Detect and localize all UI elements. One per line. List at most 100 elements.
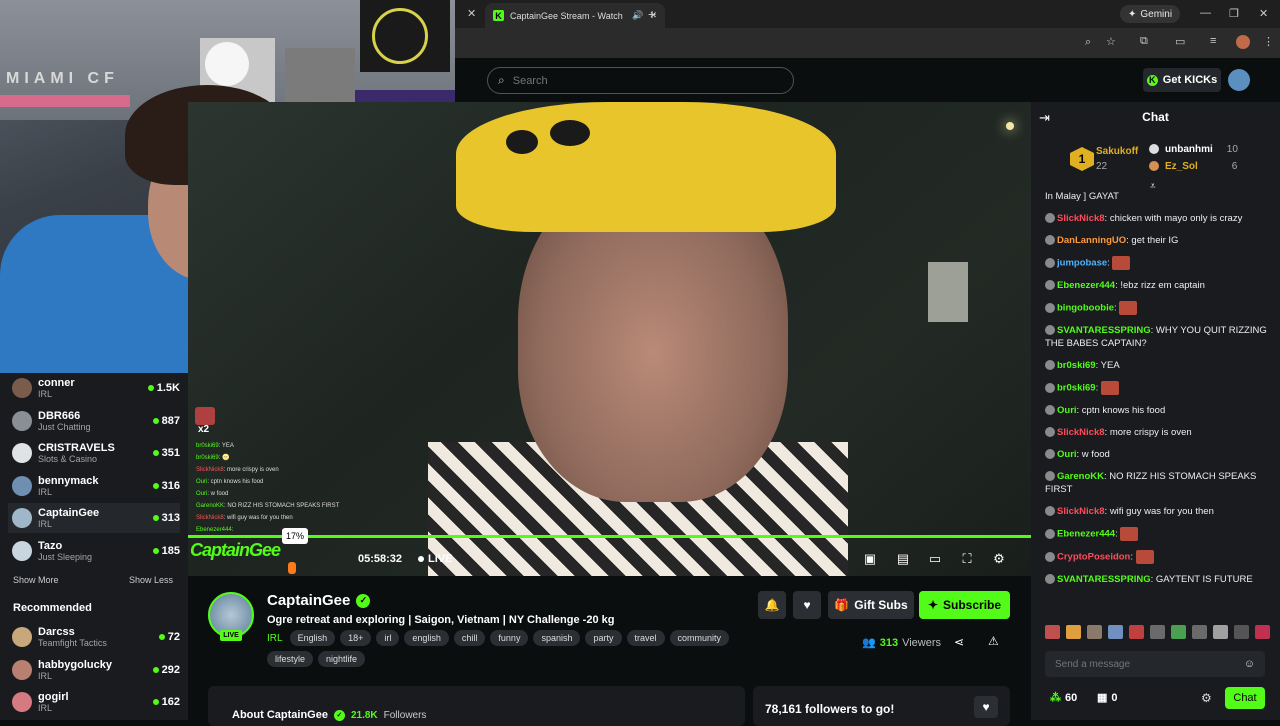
emote-icon[interactable] — [1045, 625, 1060, 639]
search-box[interactable]: ⌕ — [487, 67, 794, 94]
emote-icon[interactable] — [1150, 625, 1165, 639]
live-progress-bar[interactable] — [188, 535, 1031, 538]
new-tab-button[interactable]: + — [648, 6, 656, 22]
stream-tag[interactable]: 18+ — [340, 630, 372, 646]
miniplayer-icon[interactable]: ▣ — [862, 551, 878, 567]
emote-icon[interactable] — [1066, 625, 1081, 639]
category-link[interactable]: IRL — [267, 633, 283, 644]
bookmark-star-icon[interactable]: ☆ — [1106, 35, 1116, 48]
stream-tag[interactable]: chill — [453, 630, 486, 646]
followers-goal: 78,161 followers to go! — [765, 702, 895, 716]
chat-username[interactable]: SVANTARESSPRING — [1057, 325, 1151, 336]
stream-tag[interactable]: irl — [376, 630, 400, 646]
chat-username[interactable]: jumpobase — [1057, 258, 1107, 269]
gifter-name: Ez_Sol — [1165, 161, 1198, 172]
emoji-picker-icon[interactable]: ☺ — [1244, 658, 1255, 670]
sidebar-channel[interactable]: habbygolucky IRL 292 — [12, 655, 180, 685]
settings-gear-icon[interactable]: ⚙ — [991, 551, 1007, 567]
chat-username[interactable]: Ouri — [1057, 449, 1077, 460]
subscribe-button[interactable]: ✦ Subscribe — [919, 591, 1010, 619]
notification-bell-button[interactable]: 🔔 — [758, 591, 786, 619]
chat-username[interactable]: Ebenezer444 — [1057, 280, 1115, 291]
reading-list-icon[interactable]: ≡ — [1210, 35, 1216, 47]
minimize-button[interactable]: — — [1200, 7, 1211, 19]
chat-username[interactable]: SlickNick8 — [1057, 213, 1105, 224]
streamer-name[interactable]: CaptainGee ✓ — [267, 592, 371, 609]
search-input[interactable] — [512, 74, 773, 87]
chat-input-box[interactable]: ☺ — [1045, 651, 1265, 677]
chat-username[interactable]: GarenoKK — [1057, 471, 1104, 482]
share-icon[interactable]: ⋖ — [954, 635, 964, 649]
chat-message: Ebenezer444: !ebz rizz em captain — [1045, 279, 1270, 292]
stream-tag[interactable]: lifestyle — [267, 651, 314, 667]
gemini-button[interactable]: ✦ Gemini — [1120, 5, 1181, 23]
browser-menu-icon[interactable]: ⋮ — [1263, 35, 1274, 48]
emote-icon[interactable] — [1234, 625, 1249, 639]
chat-username[interactable]: SVANTARESSPRING — [1057, 574, 1151, 585]
restore-button[interactable]: ❐ — [1229, 7, 1239, 20]
sidebar-channel[interactable]: Darcss Teamfight Tactics 72 — [12, 622, 180, 652]
extensions-icon[interactable]: ⧉ — [1140, 35, 1148, 48]
stream-tag[interactable]: English — [289, 630, 336, 646]
user-avatar[interactable] — [1228, 69, 1250, 91]
chat-settings-gear-icon[interactable]: ⚙ — [1201, 691, 1212, 705]
profile-avatar[interactable] — [1236, 35, 1250, 49]
report-warning-icon[interactable]: ⚠ — [988, 634, 999, 648]
show-more-button[interactable]: Show More — [13, 575, 59, 585]
channel-points[interactable]: ▦ 0 — [1097, 691, 1118, 705]
stream-tag[interactable]: funny — [490, 630, 529, 646]
gifter-row[interactable]: unbanhmi 10 — [1149, 144, 1238, 155]
emote-icon[interactable] — [1171, 625, 1186, 639]
get-kicks-button[interactable]: K Get KICKs — [1143, 68, 1221, 92]
gifter-row[interactable]: Ez_Sol 6 — [1149, 161, 1237, 172]
sidebar-channel[interactable]: CaptainGee IRL 313 — [8, 503, 180, 533]
stream-tag[interactable]: spanish — [533, 630, 581, 646]
emote-icon[interactable] — [1255, 625, 1270, 639]
emote-icon[interactable] — [1108, 625, 1123, 639]
followers-count: 21.8K — [350, 709, 378, 721]
goal-heart-button[interactable]: ♥ — [974, 696, 998, 718]
chat-send-button[interactable]: Chat — [1225, 687, 1265, 709]
stream-tag[interactable]: travel — [626, 630, 665, 646]
sidebar-channel[interactable]: gogirl IRL 162 — [12, 687, 180, 717]
picture-in-picture-icon[interactable]: ▭ — [927, 551, 943, 567]
chat-username[interactable]: DanLanningUO — [1057, 235, 1126, 246]
kicks-balance[interactable]: ⁂ 60 — [1050, 691, 1077, 705]
emote-icon[interactable] — [1129, 625, 1144, 639]
emote-icon[interactable] — [1192, 625, 1207, 639]
channel-viewers: 313 — [152, 512, 180, 524]
close-left-icon[interactable]: ✕ — [467, 7, 476, 20]
chat-username[interactable]: CryptoPoseidon — [1057, 552, 1130, 563]
stream-tag[interactable]: community — [669, 630, 730, 646]
emote-icon[interactable] — [1213, 625, 1228, 639]
chat-username[interactable]: bingoboobie — [1057, 303, 1114, 314]
close-window-button[interactable]: ✕ — [1259, 7, 1268, 20]
show-less-button[interactable]: Show Less — [129, 575, 173, 585]
theater-mode-icon[interactable]: ▤ — [895, 551, 911, 567]
cast-icon[interactable]: ▭ — [1175, 35, 1185, 48]
follow-heart-button[interactable]: ♥ — [793, 591, 821, 619]
channel-info: habbygolucky IRL — [38, 659, 147, 681]
browser-tab[interactable]: K CaptainGee Stream - Watch 🔊 ✕ — [485, 3, 665, 28]
stream-tag[interactable]: english — [404, 630, 449, 646]
top-gifter-name[interactable]: Sakukoff — [1096, 146, 1138, 157]
chat-username[interactable]: SlickNick8 — [1057, 427, 1105, 438]
chat-username[interactable]: br0ski69 — [1057, 360, 1096, 371]
sidebar-channel[interactable]: Tazo Just Sleeping 185 — [12, 536, 180, 566]
sidebar-channel[interactable]: DBR666 Just Chatting 887 — [12, 406, 180, 436]
stream-tag[interactable]: party — [585, 630, 622, 646]
stream-tag[interactable]: nightlife — [318, 651, 366, 667]
gift-subs-button[interactable]: 🎁 Gift Subs — [828, 591, 914, 619]
fullscreen-icon[interactable]: ⛶ — [959, 551, 975, 567]
chat-input[interactable] — [1055, 658, 1225, 670]
emote-icon[interactable] — [1087, 625, 1102, 639]
sidebar-channel[interactable]: bennymack IRL 316 — [12, 471, 180, 501]
chat-username[interactable]: br0ski69 — [1057, 383, 1096, 394]
sidebar-channel[interactable]: conner IRL 1.5K — [12, 373, 180, 403]
chat-username[interactable]: Ouri — [1057, 405, 1077, 416]
chat-username[interactable]: SlickNick8 — [1057, 506, 1105, 517]
zoom-icon[interactable]: ⌕ — [1085, 36, 1091, 49]
sidebar-channel[interactable]: CRISTRAVELS Slots & Casino 351 — [12, 438, 180, 468]
chat-username[interactable]: Ebenezer444 — [1057, 529, 1115, 540]
chat-message: SlickNick8: wifi guy was for you then — [1045, 505, 1270, 518]
